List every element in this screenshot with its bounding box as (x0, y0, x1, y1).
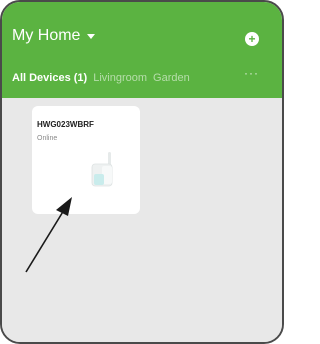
device-status: Online (37, 135, 58, 142)
phone-frame: My Home + All Devices (1) Livingroom Gar… (0, 0, 284, 344)
ellipsis-icon[interactable]: ··· (244, 66, 259, 80)
device-name: HWG023WBRF (37, 120, 94, 129)
caret-down-icon (87, 33, 96, 39)
tab-livingroom[interactable]: Livingroom (93, 72, 147, 84)
device-list-area: HWG023WBRF Online (2, 98, 282, 342)
tab-garden[interactable]: Garden (153, 72, 190, 84)
home-selector[interactable]: My Home (12, 27, 96, 45)
plus-icon: + (248, 32, 256, 46)
app-header: My Home + All Devices (1) Livingroom Gar… (2, 2, 282, 98)
room-tabs: All Devices (1) Livingroom Garden (12, 72, 190, 84)
add-device-button[interactable]: + (245, 32, 259, 46)
wifi-router-icon (91, 152, 113, 187)
home-title: My Home (12, 27, 81, 44)
device-card[interactable]: HWG023WBRF Online (32, 106, 140, 214)
tab-all-devices[interactable]: All Devices (1) (12, 72, 87, 84)
